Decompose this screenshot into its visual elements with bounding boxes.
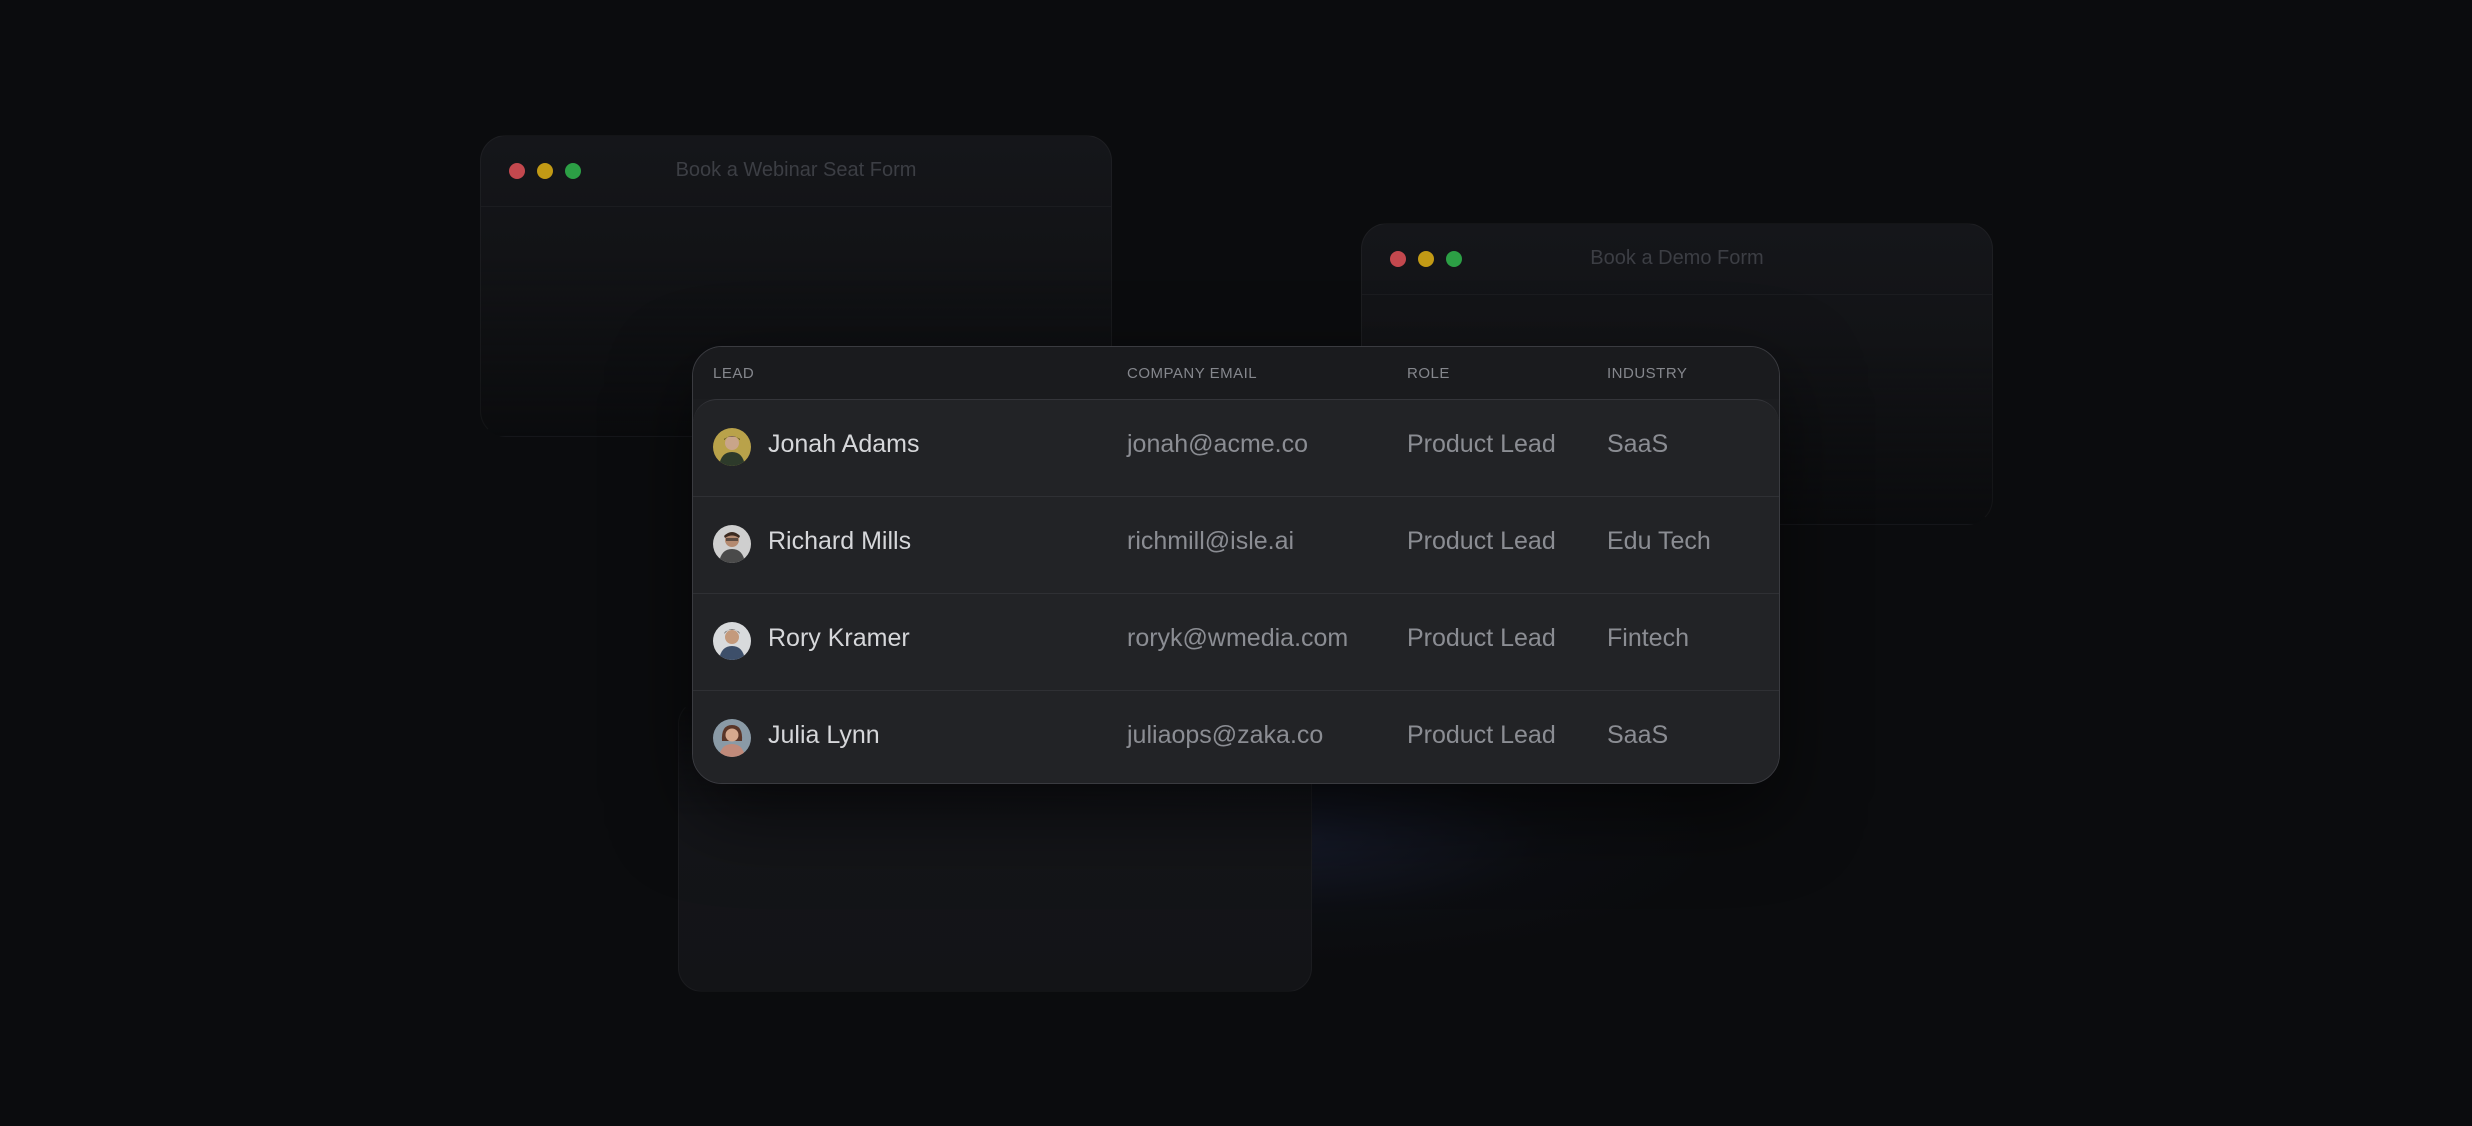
lead-email: roryk@wmedia.com (1127, 624, 1349, 652)
lead-name: Rory Kramer (768, 624, 910, 652)
table-row[interactable]: Julia Lynn juliaops@zaka.co Product Lead… (693, 691, 1779, 783)
table-row[interactable]: Rory Kramer roryk@wmedia.com Product Lea… (693, 594, 1779, 691)
lead-name: Jonah Adams (768, 430, 920, 458)
demo-window-title: Book a Demo Form (1590, 247, 1764, 269)
avatar (713, 622, 751, 660)
demo-window-titlebar: Book a Demo Form (1362, 224, 1992, 295)
webinar-window-titlebar: Book a Webinar Seat Form (481, 136, 1111, 207)
lead-industry: SaaS (1607, 721, 1669, 749)
lead-role: Product Lead (1407, 430, 1556, 458)
table-body: Jonah Adams jonah@acme.co Product Lead S… (693, 399, 1779, 783)
user-avatar-icon (713, 525, 751, 563)
user-avatar-icon (713, 719, 751, 757)
webinar-window-title: Book a Webinar Seat Form (675, 159, 917, 181)
column-header-role[interactable]: ROLE (1407, 365, 1450, 382)
leads-table: LEAD COMPANY EMAIL ROLE INDUSTRY Jonah A… (692, 346, 1780, 784)
avatar (713, 719, 751, 757)
lead-role: Product Lead (1407, 721, 1556, 749)
user-avatar-icon (713, 622, 751, 660)
column-header-lead[interactable]: LEAD (713, 365, 754, 382)
table-header: LEAD COMPANY EMAIL ROLE INDUSTRY (693, 347, 1779, 399)
user-avatar-icon (713, 428, 751, 466)
table-row[interactable]: Jonah Adams jonah@acme.co Product Lead S… (693, 400, 1779, 497)
lead-email: richmill@isle.ai (1127, 527, 1295, 555)
lead-name: Richard Mills (768, 527, 912, 555)
column-header-company-email[interactable]: COMPANY EMAIL (1127, 365, 1257, 382)
lead-role: Product Lead (1407, 527, 1556, 555)
lead-industry: SaaS (1607, 430, 1669, 458)
lead-role: Product Lead (1407, 624, 1556, 652)
column-header-industry[interactable]: INDUSTRY (1607, 365, 1687, 382)
lead-industry: Fintech (1607, 624, 1689, 652)
lead-industry: Edu Tech (1607, 527, 1711, 555)
lead-name: Julia Lynn (768, 721, 880, 749)
table-row[interactable]: Richard Mills richmill@isle.ai Product L… (693, 497, 1779, 594)
avatar (713, 525, 751, 563)
avatar (713, 428, 751, 466)
lead-email: jonah@acme.co (1127, 430, 1309, 458)
lead-email: juliaops@zaka.co (1127, 721, 1324, 749)
